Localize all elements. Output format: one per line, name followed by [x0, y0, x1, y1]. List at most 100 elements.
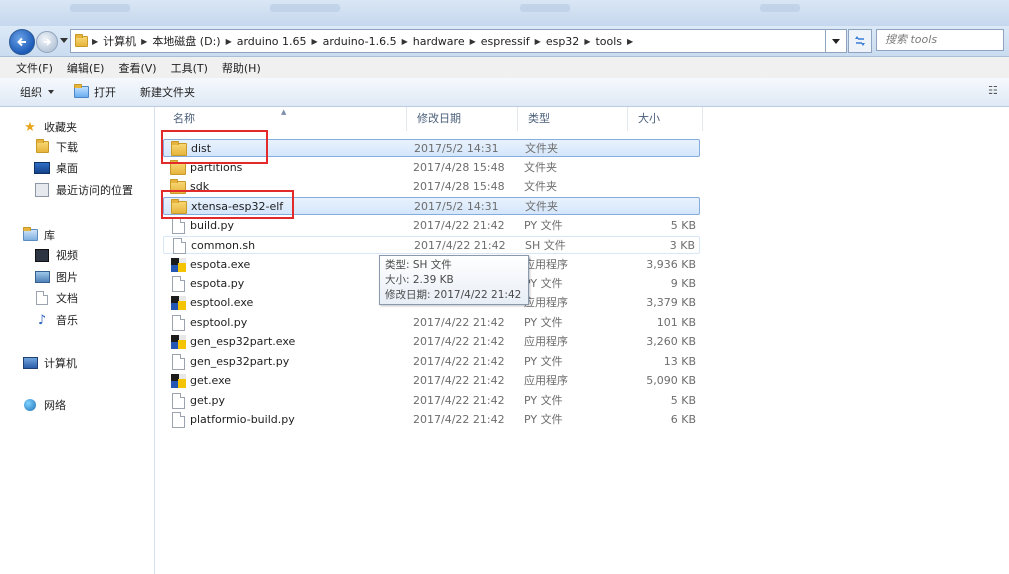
breadcrumb-item[interactable]: arduino-1.6.5: [320, 35, 400, 48]
chevron-right-icon[interactable]: ▶: [139, 37, 149, 46]
nav-label: 桌面: [56, 162, 78, 175]
search-input[interactable]: 搜索 tools: [876, 29, 1004, 51]
file-size: 101 KB: [656, 316, 696, 329]
tooltip-type-line: 类型: SH 文件: [385, 259, 452, 271]
menu-file[interactable]: 文件(F): [0, 60, 59, 76]
file-size: 5 KB: [670, 219, 696, 232]
file-type: SH 文件: [525, 239, 566, 252]
organize-button[interactable]: 组织: [0, 84, 64, 100]
history-dropdown-icon[interactable]: [60, 38, 68, 43]
file-type: 文件夹: [524, 161, 557, 174]
forward-button[interactable]: [36, 31, 58, 53]
nav-label: 图片: [56, 271, 78, 284]
chevron-right-icon[interactable]: ▶: [582, 37, 592, 46]
file-row[interactable]: gen_esp32part.py 2017/4/22 21:42 PY 文件 1…: [163, 353, 700, 371]
file-row[interactable]: build.py 2017/4/22 21:42 PY 文件 5 KB: [163, 217, 700, 235]
nav-downloads[interactable]: 下载: [34, 139, 78, 155]
file-name: gen_esp32part.py: [190, 355, 290, 368]
file-type: 文件夹: [524, 180, 557, 193]
nav-libraries[interactable]: 库: [22, 227, 55, 243]
breadcrumb-item[interactable]: 本地磁盘 (D:): [149, 33, 223, 49]
file-size: 9 KB: [670, 277, 696, 290]
chevron-right-icon[interactable]: ▶: [224, 37, 234, 46]
file-type: PY 文件: [524, 413, 563, 426]
menu-help[interactable]: 帮助(H): [214, 60, 267, 76]
column-header-size[interactable]: 大小: [628, 107, 703, 131]
arrow-right-icon: [43, 38, 52, 46]
breadcrumb-item[interactable]: arduino 1.65: [234, 35, 310, 48]
new-folder-label: 新建文件夹: [140, 86, 195, 99]
chevron-right-icon[interactable]: ▶: [533, 37, 543, 46]
file-date: 2017/4/22 21:42: [413, 374, 505, 387]
file-icon: [170, 276, 186, 292]
nav-pictures[interactable]: 图片: [34, 269, 78, 285]
address-dropdown-button[interactable]: [826, 29, 847, 53]
breadcrumb-item[interactable]: hardware: [410, 35, 468, 48]
network-icon: [22, 398, 38, 412]
file-row[interactable]: gen_esp32part.exe 2017/4/22 21:42 应用程序 3…: [163, 333, 700, 351]
nav-music[interactable]: ♪ 音乐: [34, 312, 78, 328]
open-button[interactable]: 打开: [64, 84, 126, 100]
menu-edit[interactable]: 编辑(E): [59, 60, 111, 76]
blurred-title-element: [70, 4, 130, 12]
file-type: PY 文件: [524, 394, 563, 407]
chevron-right-icon[interactable]: ▶: [625, 37, 635, 46]
file-size: 3,260 KB: [646, 335, 696, 348]
chevron-right-icon[interactable]: ▶: [310, 37, 320, 46]
nav-label: 音乐: [56, 314, 78, 327]
nav-videos[interactable]: 视频: [34, 247, 78, 263]
file-size: 3,379 KB: [646, 296, 696, 309]
file-size: 5,090 KB: [646, 374, 696, 387]
tooltip-size-line: 大小: 2.39 KB: [385, 274, 454, 286]
breadcrumb-item[interactable]: 计算机: [100, 33, 139, 49]
nav-favorites[interactable]: ★ 收藏夹: [22, 119, 77, 135]
library-icon: [22, 227, 38, 242]
star-icon: ★: [24, 119, 36, 135]
nav-label: 网络: [44, 399, 66, 412]
file-size: 3,936 KB: [646, 258, 696, 271]
breadcrumb-item[interactable]: espressif: [478, 35, 533, 48]
nav-desktop[interactable]: 桌面: [34, 160, 78, 176]
menu-view[interactable]: 查看(V): [110, 60, 162, 76]
chevron-right-icon[interactable]: ▶: [468, 37, 478, 46]
file-row[interactable]: get.exe 2017/4/22 21:42 应用程序 5,090 KB: [163, 372, 700, 390]
file-row[interactable]: get.py 2017/4/22 21:42 PY 文件 5 KB: [163, 392, 700, 410]
file-row[interactable]: common.sh 2017/4/22 21:42 SH 文件 3 KB: [163, 236, 700, 254]
new-folder-button[interactable]: 新建文件夹: [126, 84, 205, 100]
view-options-icon[interactable]: ☷: [988, 84, 998, 97]
file-row[interactable]: platformio-build.py 2017/4/22 21:42 PY 文…: [163, 411, 700, 429]
file-type: PY 文件: [524, 277, 563, 290]
file-date: 2017/5/2 14:31: [414, 200, 499, 213]
file-name: platformio-build.py: [190, 413, 295, 426]
file-date: 2017/5/2 14:31: [414, 142, 499, 155]
address-bar[interactable]: ▶ 计算机 ▶ 本地磁盘 (D:) ▶ arduino 1.65 ▶ ardui…: [70, 29, 826, 53]
back-button[interactable]: [9, 29, 35, 55]
chevron-down-icon: [48, 90, 54, 94]
file-name: esptool.py: [190, 316, 248, 329]
chevron-right-icon[interactable]: ▶: [400, 37, 410, 46]
nav-computer[interactable]: 计算机: [22, 355, 77, 371]
breadcrumb-item[interactable]: tools: [592, 35, 625, 48]
breadcrumb-item[interactable]: esp32: [543, 35, 582, 48]
exe-icon: [170, 257, 186, 273]
file-date: 2017/4/22 21:42: [413, 355, 505, 368]
window-title-strip: [0, 0, 1009, 26]
file-type: 应用程序: [524, 374, 568, 387]
address-row: ▶ 计算机 ▶ 本地磁盘 (D:) ▶ arduino 1.65 ▶ ardui…: [0, 26, 1009, 57]
refresh-button[interactable]: [848, 29, 872, 53]
nav-network[interactable]: 网络: [22, 397, 66, 413]
file-type: 应用程序: [524, 258, 568, 271]
menu-tools[interactable]: 工具(T): [163, 60, 214, 76]
column-header-type[interactable]: 类型: [518, 107, 628, 131]
chevron-right-icon[interactable]: ▶: [90, 37, 100, 46]
nav-documents[interactable]: 文档: [34, 290, 78, 306]
file-name: get.exe: [190, 374, 232, 387]
file-name: esptool.exe: [190, 296, 254, 309]
file-type: 应用程序: [524, 296, 568, 309]
column-header-date[interactable]: 修改日期: [407, 107, 518, 131]
file-date: 2017/4/22 21:42: [413, 219, 505, 232]
file-row[interactable]: esptool.py 2017/4/22 21:42 PY 文件 101 KB: [163, 314, 700, 332]
chevron-down-icon: [832, 38, 840, 44]
file-type: PY 文件: [524, 355, 563, 368]
nav-recent[interactable]: 最近访问的位置: [34, 182, 133, 198]
